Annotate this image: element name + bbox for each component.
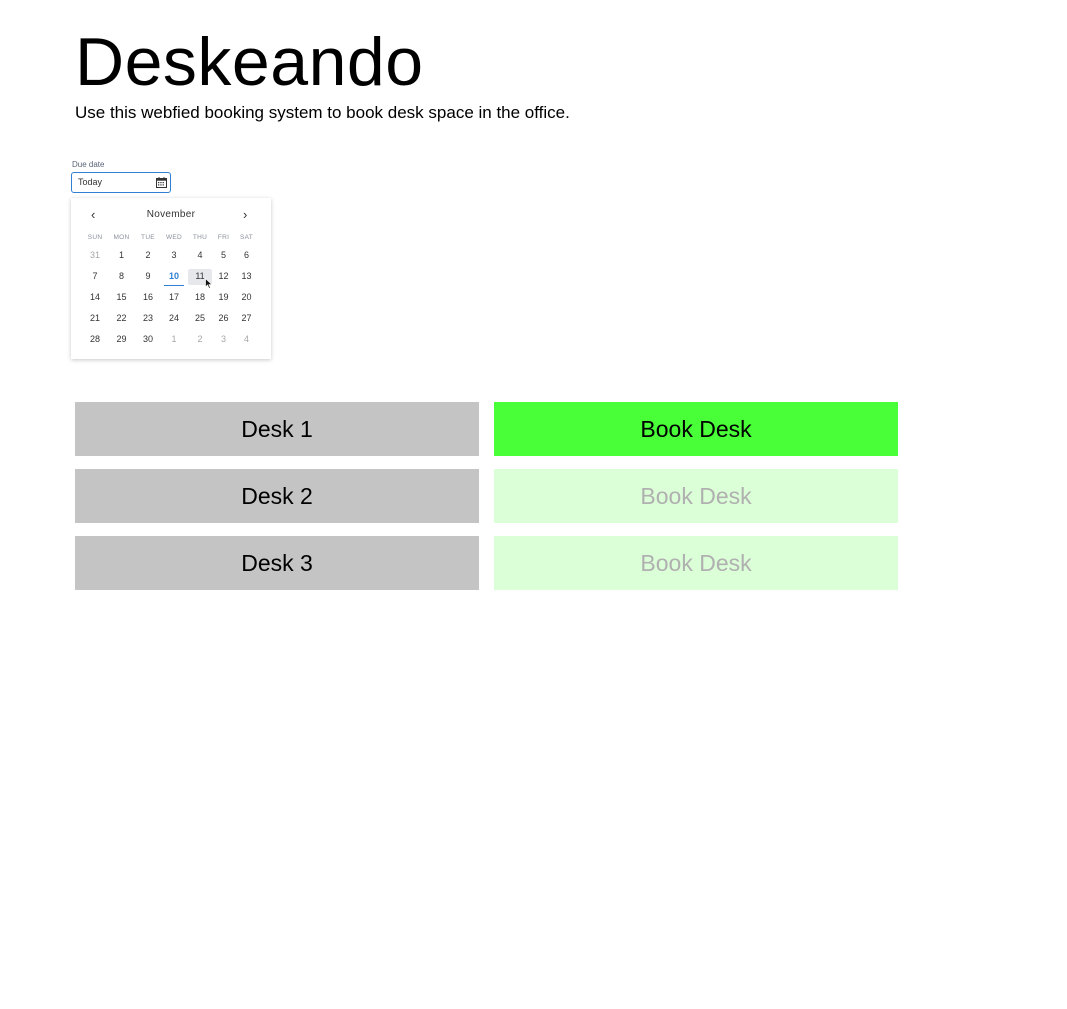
desk-row: Desk 1 Book Desk: [75, 402, 898, 456]
calendar-week: 28 29 30 1 2 3 4: [83, 328, 261, 349]
calendar-icon[interactable]: [156, 177, 167, 188]
calendar-day[interactable]: 16: [136, 290, 160, 306]
calendar-day[interactable]: 3: [212, 332, 235, 348]
book-desk-button[interactable]: Book Desk: [494, 469, 898, 523]
desk-row: Desk 2 Book Desk: [75, 469, 898, 523]
desk-name: Desk 3: [75, 536, 479, 590]
calendar-day[interactable]: 23: [136, 311, 160, 327]
calendar-day[interactable]: 21: [83, 311, 107, 327]
calendar-day[interactable]: 4: [188, 248, 212, 264]
calendar-day-today[interactable]: 10: [160, 269, 188, 286]
calendar-day[interactable]: 20: [235, 290, 258, 306]
weekday-header: SUN MON TUE WED THU FRI SAT: [83, 232, 261, 244]
calendar-day[interactable]: 27: [235, 311, 258, 327]
calendar-month: November: [146, 209, 196, 220]
calendar-week: 31 1 2 3 4 5 6: [83, 244, 261, 265]
mouse-pointer-icon: [205, 278, 213, 289]
page-title: Deskeando: [75, 24, 424, 100]
desk-name: Desk 2: [75, 469, 479, 523]
calendar-day[interactable]: 5: [212, 248, 235, 264]
calendar-day[interactable]: 24: [160, 311, 188, 327]
calendar-popup: ‹ November › SUN MON TUE WED THU FRI SAT 31 1 2 3…: [71, 198, 271, 359]
calendar-day[interactable]: 6: [235, 248, 258, 264]
calendar-day[interactable]: 26: [212, 311, 235, 327]
calendar-day[interactable]: 8: [107, 269, 136, 285]
calendar-week: 14 15 16 17 18 19 20: [83, 286, 261, 307]
calendar-day[interactable]: 30: [136, 332, 160, 348]
calendar-day[interactable]: 19: [212, 290, 235, 306]
weekday-label: TUE: [141, 234, 155, 241]
book-desk-button[interactable]: Book Desk: [494, 536, 898, 590]
weekday-label: SUN: [87, 234, 103, 241]
calendar-day[interactable]: 4: [235, 332, 258, 348]
calendar-week: 7 8 9 10 11 12 13: [83, 265, 261, 286]
calendar-week: 21 22 23 24 25 26 27: [83, 307, 261, 328]
calendar-day[interactable]: 7: [83, 269, 107, 285]
weekday-label: THU: [192, 234, 208, 241]
calendar-day[interactable]: 28: [83, 332, 107, 348]
calendar-day[interactable]: 22: [107, 311, 136, 327]
calendar-day[interactable]: 14: [83, 290, 107, 306]
calendar-day[interactable]: 12: [212, 269, 235, 285]
next-month-button[interactable]: ›: [243, 208, 247, 222]
desk-row: Desk 3 Book Desk: [75, 536, 898, 590]
weekday-label: FRI: [217, 234, 230, 241]
due-date-value: Today: [78, 177, 103, 187]
calendar-day[interactable]: 2: [136, 248, 160, 264]
calendar-day[interactable]: 31: [83, 248, 107, 264]
calendar-day[interactable]: 1: [160, 332, 188, 348]
desk-name: Desk 1: [75, 402, 479, 456]
calendar-day[interactable]: 3: [160, 248, 188, 264]
due-date-label: Due date: [72, 160, 105, 169]
calendar-day[interactable]: 17: [160, 290, 188, 306]
weekday-label: WED: [165, 234, 183, 241]
calendar-day[interactable]: 9: [136, 269, 160, 285]
calendar-day[interactable]: 2: [188, 332, 212, 348]
due-date-input[interactable]: Today: [71, 172, 171, 193]
calendar-day[interactable]: 29: [107, 332, 136, 348]
book-desk-button[interactable]: Book Desk: [494, 402, 898, 456]
calendar-grid: SUN MON TUE WED THU FRI SAT 31 1 2 3 4 5 6 7 8 9 10 11 12 1…: [83, 232, 261, 349]
calendar-day[interactable]: 25: [188, 311, 212, 327]
calendar-day[interactable]: 1: [107, 248, 136, 264]
weekday-label: MON: [113, 234, 130, 241]
weekday-label: SAT: [239, 234, 254, 241]
page-subtitle: Use this webfied booking system to book …: [75, 103, 570, 122]
calendar-day[interactable]: 13: [235, 269, 258, 285]
calendar-day[interactable]: 15: [107, 290, 136, 306]
calendar-weeks: 31 1 2 3 4 5 6 7 8 9 10 11 12 13 14 15 16 17 18 19 20 21 22 23 2…: [83, 244, 261, 349]
calendar-day[interactable]: 18: [188, 290, 212, 306]
